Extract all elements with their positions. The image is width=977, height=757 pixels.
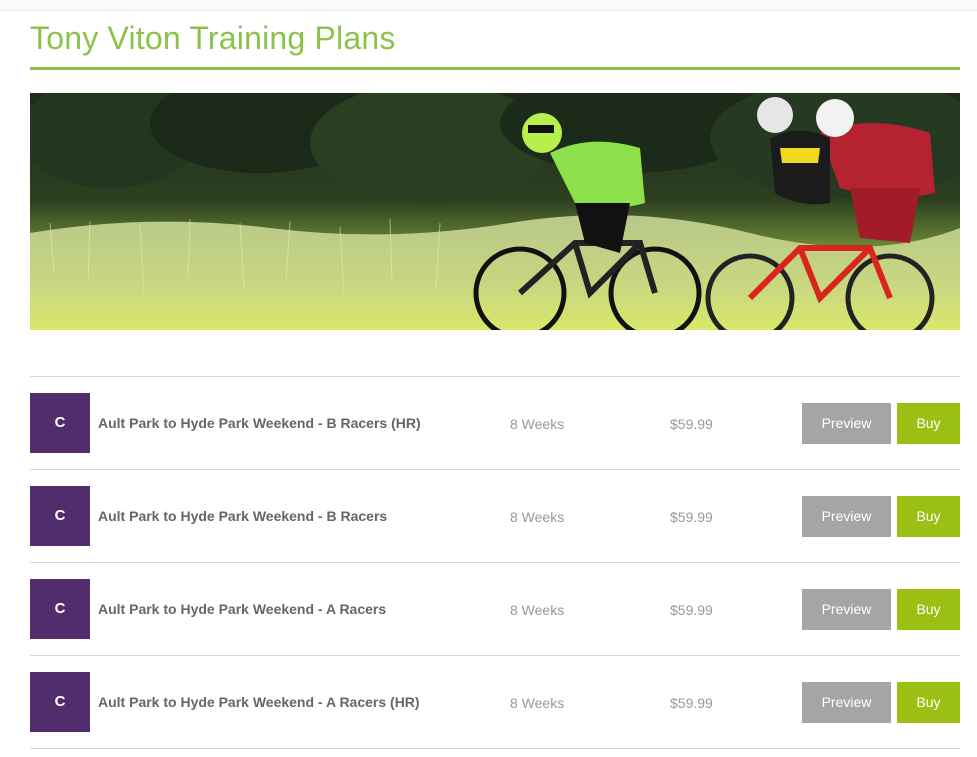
cyclists-banner-image [30,93,960,330]
buy-button[interactable]: Buy [897,589,960,630]
plan-name[interactable]: Ault Park to Hyde Park Weekend - B Racer… [98,508,387,524]
preview-button[interactable]: Preview [802,589,891,630]
coach-avatar[interactable]: C [30,672,90,732]
coach-avatar[interactable]: C [30,579,90,639]
plan-name[interactable]: Ault Park to Hyde Park Weekend - A Racer… [98,601,386,617]
training-plan-list: C Ault Park to Hyde Park Weekend - B Rac… [30,376,960,749]
buy-button[interactable]: Buy [897,682,960,723]
plan-name[interactable]: Ault Park to Hyde Park Weekend - A Racer… [98,694,420,710]
plan-row: C Ault Park to Hyde Park Weekend - B Rac… [30,377,960,470]
plan-row: C Ault Park to Hyde Park Weekend - A Rac… [30,656,960,749]
preview-button[interactable]: Preview [802,403,891,444]
plan-price: $59.99 [670,509,713,525]
plan-row: C Ault Park to Hyde Park Weekend - A Rac… [30,563,960,656]
plan-price: $59.99 [670,416,713,432]
plan-price: $59.99 [670,695,713,711]
plan-duration: 8 Weeks [510,416,565,432]
plan-price: $59.99 [670,602,713,618]
preview-button[interactable]: Preview [802,496,891,537]
plan-name[interactable]: Ault Park to Hyde Park Weekend - B Racer… [98,415,421,431]
title-divider [30,67,960,70]
top-bar [0,0,977,11]
coach-avatar[interactable]: C [30,486,90,546]
preview-button[interactable]: Preview [802,682,891,723]
plan-duration: 8 Weeks [510,602,565,618]
buy-button[interactable]: Buy [897,496,960,537]
plan-duration: 8 Weeks [510,509,565,525]
plan-duration: 8 Weeks [510,695,565,711]
page-title: Tony Viton Training Plans [30,20,396,56]
plan-row: C Ault Park to Hyde Park Weekend - B Rac… [30,470,960,563]
coach-avatar[interactable]: C [30,393,90,453]
hero-banner [30,93,960,330]
buy-button[interactable]: Buy [897,403,960,444]
